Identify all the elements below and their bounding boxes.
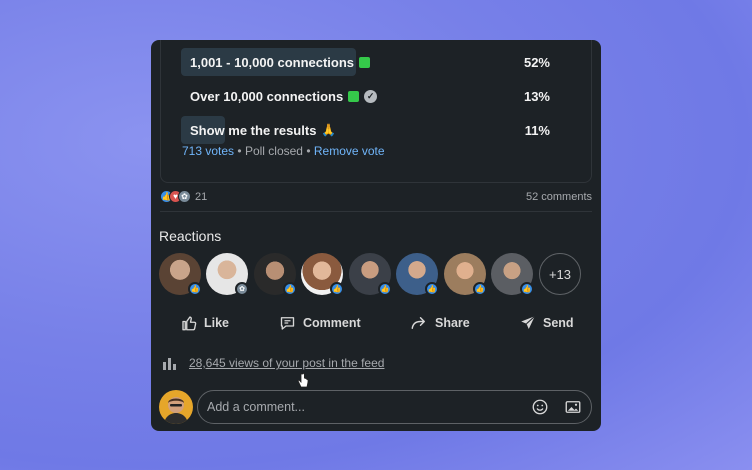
check-circle-icon: ✓ bbox=[364, 89, 378, 103]
poll-footer: 713 votes • Poll closed • Remove vote bbox=[182, 144, 385, 158]
comment-label: Comment bbox=[303, 316, 361, 330]
send-label: Send bbox=[543, 316, 574, 330]
like-badge-icon: 👍 bbox=[520, 282, 534, 296]
reactor-avatar[interactable]: 👍 bbox=[349, 253, 392, 296]
green-square-icon bbox=[348, 90, 360, 102]
share-button[interactable]: Share bbox=[409, 314, 470, 332]
bar-chart-icon bbox=[163, 358, 176, 370]
views-link[interactable]: 28,645 views of your post in the feed bbox=[189, 356, 384, 370]
send-button[interactable]: Send bbox=[519, 314, 574, 332]
image-icon[interactable] bbox=[564, 398, 582, 416]
poll-option-label: Show me the results bbox=[190, 122, 317, 138]
post-views[interactable]: 28,645 views of your post in the feed bbox=[163, 356, 384, 370]
reactor-avatar[interactable]: 👍 bbox=[254, 253, 297, 296]
like-badge-icon: 👍 bbox=[473, 282, 487, 296]
poll-option-2[interactable]: Over 10,000 connections ✓ 13% bbox=[181, 82, 573, 110]
poll-option-percent: 13% bbox=[523, 88, 550, 104]
reaction-icons[interactable]: 👍 ♥ ✿ bbox=[160, 190, 191, 203]
green-square-icon bbox=[359, 56, 371, 68]
like-badge-icon: 👍 bbox=[330, 282, 344, 296]
profile-photo bbox=[164, 397, 188, 424]
poll-option-label: Over 10,000 connections bbox=[190, 88, 344, 104]
support-badge-icon: ✿ bbox=[235, 282, 249, 296]
like-button[interactable]: Like bbox=[180, 314, 229, 332]
separator-dot: • bbox=[237, 144, 242, 158]
poll: 1,001 - 10,000 connections 52% Over 10,0… bbox=[160, 40, 592, 183]
reactor-avatar[interactable]: 👍 bbox=[159, 253, 202, 296]
poll-option-label: 1,001 - 10,000 connections bbox=[190, 54, 355, 70]
poll-status: Poll closed bbox=[244, 144, 303, 158]
poll-option-1[interactable]: 1,001 - 10,000 connections 52% bbox=[181, 48, 573, 76]
reactor-avatar[interactable]: 👍 bbox=[444, 253, 487, 296]
emoji-icon[interactable] bbox=[531, 398, 549, 416]
divider bbox=[160, 211, 592, 212]
remove-vote-link[interactable]: Remove vote bbox=[314, 144, 385, 158]
post-card: 1,001 - 10,000 connections 52% Over 10,0… bbox=[151, 40, 601, 431]
comment-icon bbox=[280, 317, 295, 330]
share-arrow-icon bbox=[411, 317, 425, 329]
reactor-avatar[interactable]: 👍 bbox=[396, 253, 439, 296]
action-bar: Like Comment Share Send bbox=[151, 314, 601, 336]
social-counts: 👍 ♥ ✿ 21 52 comments bbox=[160, 190, 592, 206]
reactor-avatar[interactable]: 👍 bbox=[491, 253, 534, 296]
like-badge-icon: 👍 bbox=[188, 282, 202, 296]
reaction-count[interactable]: 21 bbox=[195, 191, 207, 203]
votes-link[interactable]: 713 votes bbox=[182, 144, 234, 158]
comment-button[interactable]: Comment bbox=[278, 314, 361, 332]
comment-composer bbox=[159, 388, 593, 426]
more-reactors-button[interactable]: +13 bbox=[539, 253, 581, 295]
support-reaction-icon: ✿ bbox=[178, 190, 191, 203]
praying-hands-icon: 🙏 bbox=[321, 123, 337, 137]
comments-count[interactable]: 52 comments bbox=[526, 191, 592, 203]
share-label: Share bbox=[435, 316, 470, 330]
poll-option-percent: 11% bbox=[524, 122, 550, 138]
like-badge-icon: 👍 bbox=[283, 282, 297, 296]
like-badge-icon: 👍 bbox=[378, 282, 392, 296]
thumbs-up-icon bbox=[182, 316, 197, 331]
send-icon bbox=[521, 315, 536, 329]
poll-option-percent: 52% bbox=[523, 54, 550, 70]
hand-cursor-icon bbox=[297, 373, 309, 388]
reactor-avatar[interactable]: 👍 bbox=[301, 253, 344, 296]
poll-option-3[interactable]: Show me the results 🙏 11% bbox=[181, 116, 573, 144]
reactions-title: Reactions bbox=[159, 228, 222, 244]
reactor-avatar[interactable]: ✿ bbox=[206, 253, 249, 296]
separator-dot: • bbox=[306, 144, 311, 158]
my-avatar bbox=[159, 390, 193, 424]
like-badge-icon: 👍 bbox=[425, 282, 439, 296]
like-label: Like bbox=[204, 316, 230, 330]
